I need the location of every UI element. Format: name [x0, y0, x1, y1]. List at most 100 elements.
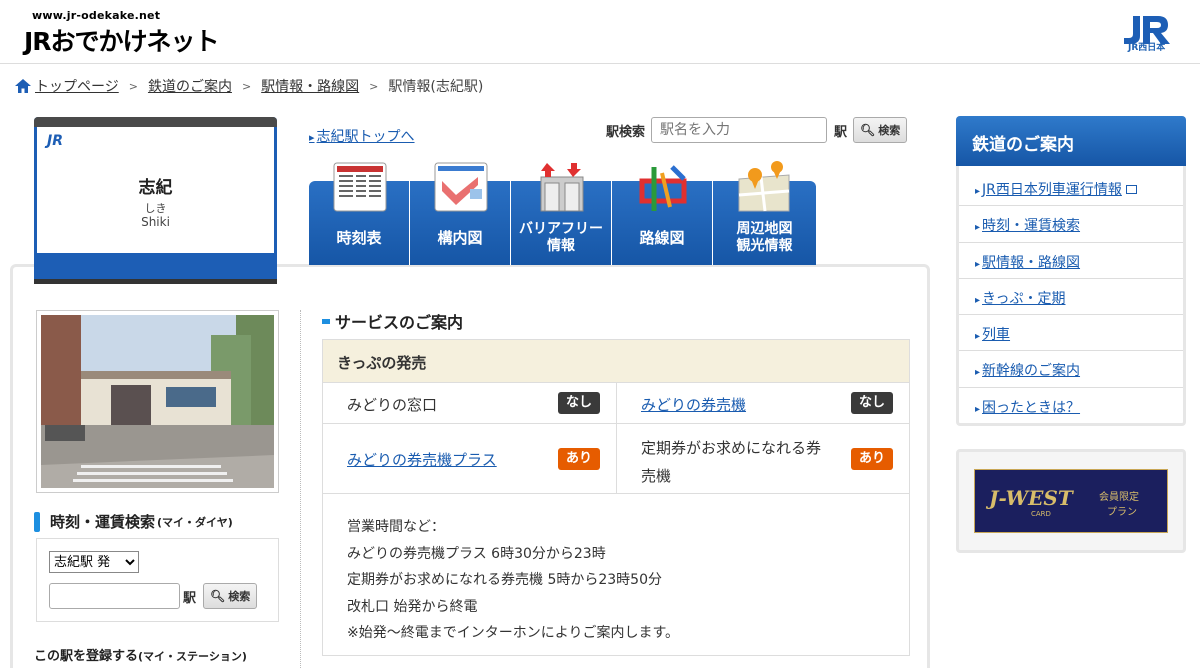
- arrow-right-icon: ▸: [975, 258, 981, 270]
- service-cell: みどりの券売機 なし: [616, 383, 909, 423]
- service-notes: 営業時間など： みどりの券売機プラス 6時30分から23時 定期券がお求めになれ…: [323, 494, 909, 655]
- nav-item-trains[interactable]: ▸ 列車: [959, 315, 1183, 352]
- search-button-label: 検索: [228, 590, 251, 603]
- station-search-input[interactable]: [651, 117, 828, 143]
- tab-timetable[interactable]: 時刻表: [309, 162, 410, 265]
- railway-nav-title: 鉄道のご案内: [956, 116, 1186, 166]
- fare-search-heading: 時刻・運賃検索 (マイ・ダイヤ): [34, 511, 233, 532]
- arrow-right-icon: ▸: [309, 131, 315, 144]
- jr-west-label: JR西日本: [1128, 43, 1166, 53]
- barrier-free-icon: [540, 163, 584, 212]
- service-label: みどりの窓口: [347, 396, 438, 414]
- service-cell: みどりの窓口 なし: [323, 383, 616, 423]
- ticket-services-table: きっぷの発売 みどりの窓口 なし みどりの券売機 なし みどりの券売機プラス あ…: [322, 339, 910, 656]
- title-marker: [322, 318, 330, 324]
- station-photo: [36, 310, 279, 493]
- arrow-right-icon: ▸: [975, 331, 981, 343]
- station-roman: Shiki: [141, 215, 170, 229]
- chevron-right-icon: >: [128, 79, 138, 93]
- nav-item-operation-info[interactable]: ▸ JR西日本列車運行情報: [959, 170, 1183, 207]
- destination-suffix: 駅: [183, 591, 197, 606]
- station-top-link[interactable]: ▸ 志紀駅トップへ: [309, 126, 415, 146]
- arrow-right-icon: ▸: [975, 222, 981, 234]
- breadcrumb-top[interactable]: トップページ: [35, 76, 119, 96]
- nav-item-help[interactable]: ▸ 困ったときは？: [959, 388, 1183, 424]
- banner-members-text: 会員限定: [1099, 492, 1139, 503]
- banner-plan-text: プラン: [1107, 507, 1137, 518]
- area-map-icon: [738, 161, 790, 212]
- floor-map-icon: [434, 162, 488, 212]
- breadcrumb-station-info[interactable]: 駅情報・路線図: [261, 76, 359, 96]
- jwest-logo-text: J-WEST: [989, 486, 1073, 510]
- status-badge: なし: [557, 392, 600, 414]
- site-url[interactable]: www.jr-odekake.net: [32, 9, 160, 22]
- tab-label: バリアフリー 情報: [519, 221, 603, 254]
- status-badge: なし: [850, 392, 893, 414]
- departure-select[interactable]: 志紀駅 発: [49, 551, 139, 573]
- tab-label: 構内図: [437, 229, 483, 247]
- column-divider: [300, 310, 301, 668]
- arrow-right-icon: ▸: [975, 186, 981, 197]
- service-link[interactable]: みどりの券売機: [641, 394, 746, 415]
- note-line: 営業時間など：: [347, 519, 445, 535]
- destination-input[interactable]: [49, 583, 180, 609]
- tab-label: 周辺地図 観光情報: [736, 221, 793, 254]
- tab-route-map[interactable]: 路線図: [612, 165, 713, 265]
- station-search-label: 駅検索: [606, 124, 646, 140]
- nav-item-tickets[interactable]: ▸ きっぷ・定期: [959, 279, 1183, 316]
- ticket-services-head: きっぷの発売: [323, 340, 909, 383]
- nav-item-shinkansen[interactable]: ▸ 新幹線のご案内: [959, 351, 1183, 388]
- card-bottom-bar: [34, 279, 277, 284]
- arrow-right-icon: ▸: [975, 367, 981, 379]
- jwest-card-banner[interactable]: J-WEST CARD 会員限定 プラン: [974, 469, 1168, 533]
- station-search-button[interactable]: 🔍︎ 検索: [853, 117, 908, 143]
- services-title: サービスのご案内: [322, 309, 463, 333]
- arrow-right-icon: ▸: [975, 294, 981, 306]
- fare-search-box: 志紀駅 発 駅 🔍︎ 検索: [36, 538, 279, 622]
- chevron-right-icon: >: [241, 79, 252, 93]
- card-inner: JR 志紀 しき Shiki: [37, 127, 274, 253]
- table-row: みどりの窓口 なし みどりの券売機 なし: [323, 383, 909, 424]
- tab-area-map[interactable]: 周辺地図 観光情報: [713, 161, 816, 265]
- note-line: 定期券がお求めになれる券売機 5時から23時50分: [347, 572, 662, 588]
- railway-nav: 鉄道のご案内 ▸ JR西日本列車運行情報 ▸ 時刻・運賃検索 ▸ 駅情報・路線図 ▸ き…: [956, 116, 1186, 426]
- external-link-icon: [1125, 185, 1137, 194]
- search-icon: 🔍︎: [210, 589, 226, 603]
- heading-bar: [34, 511, 40, 532]
- register-station[interactable]: この駅を登録する(マイ・ステーション): [34, 645, 247, 664]
- tab-label: 時刻表: [336, 229, 382, 247]
- jwest-banner-box: J-WEST CARD 会員限定 プラン: [956, 449, 1186, 553]
- jr-badge: JR: [47, 133, 63, 149]
- fare-search-title: 時刻・運賃検索: [50, 513, 156, 531]
- tab-floor-map[interactable]: 構内図: [410, 162, 511, 265]
- station-name-card: JR 志紀 しき Shiki: [34, 117, 277, 284]
- service-link[interactable]: みどりの券売機プラス: [347, 449, 497, 470]
- note-line: ※始発～終電までインターホンによりご案内します。: [347, 625, 680, 641]
- station-kana: しき: [144, 202, 167, 215]
- breadcrumb-current: 駅情報(志紀駅): [388, 79, 484, 95]
- jwest-card-text: CARD: [1031, 510, 1051, 518]
- tab-label: 路線図: [639, 229, 685, 247]
- station-search-suffix: 駅: [834, 124, 848, 140]
- status-badge: あり: [850, 448, 893, 470]
- station-name: 志紀: [138, 178, 173, 198]
- service-cell: 定期券がお求めになれる券 売機 あり: [616, 424, 909, 493]
- nav-item-fare-search[interactable]: ▸ 時刻・運賃検索: [959, 206, 1183, 243]
- services-title-text: サービスのご案内: [335, 313, 464, 332]
- nav-item-station-info[interactable]: ▸ 駅情報・路線図: [959, 243, 1183, 279]
- home-icon[interactable]: [14, 78, 32, 94]
- tab-barrier-free[interactable]: バリアフリー 情報: [511, 163, 612, 265]
- station-search: 駅検索 駅 🔍︎ 検索: [606, 117, 908, 143]
- railway-nav-list: ▸ JR西日本列車運行情報 ▸ 時刻・運賃検索 ▸ 駅情報・路線図 ▸ きっぷ・定期 ▸…: [959, 170, 1183, 424]
- card-top-bar: [34, 117, 277, 127]
- fare-search-button[interactable]: 🔍︎ 検索: [203, 583, 258, 609]
- timetable-icon: [333, 162, 387, 212]
- search-icon: 🔍︎: [860, 123, 876, 137]
- site-header: www.jr-odekake.net JRおでかけネット JR西日本: [0, 0, 1200, 64]
- station-top-link-label: 志紀駅トップへ: [316, 129, 415, 145]
- fare-search-subtitle: (マイ・ダイヤ): [157, 515, 233, 529]
- table-row: みどりの券売機プラス あり 定期券がお求めになれる券 売機 あり: [323, 424, 909, 494]
- site-logo[interactable]: JRおでかけネット: [24, 22, 220, 58]
- breadcrumb-railway[interactable]: 鉄道のご案内: [148, 76, 232, 96]
- service-cell: みどりの券売機プラス あり: [323, 424, 616, 493]
